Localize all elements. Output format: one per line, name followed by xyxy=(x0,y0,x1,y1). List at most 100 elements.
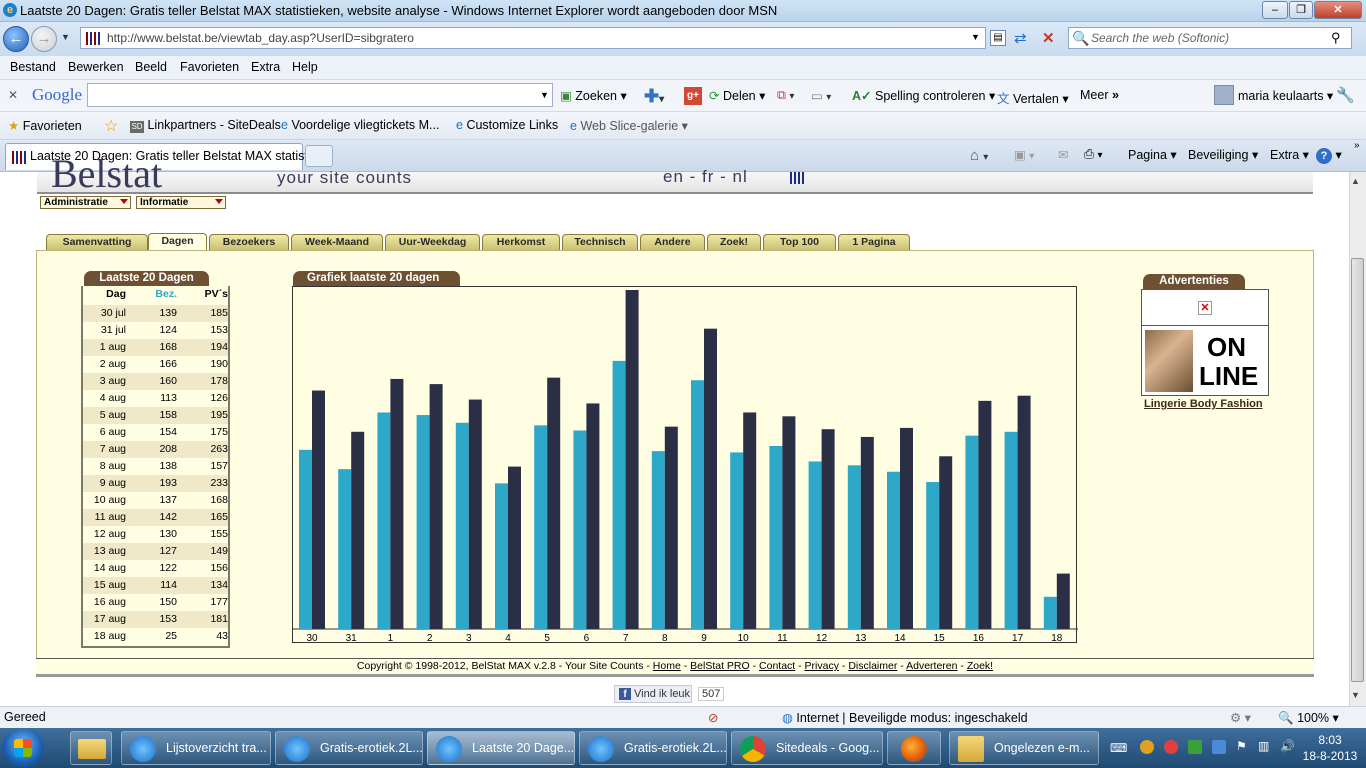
tab-zoek[interactable]: Zoek! xyxy=(707,234,761,250)
clock-time[interactable]: 8:03 xyxy=(1300,733,1360,747)
google-user-menu[interactable]: maria keulaarts ▾ xyxy=(1238,88,1333,103)
scroll-up-arrow[interactable]: ▲ xyxy=(1351,176,1360,186)
protected-mode-icon[interactable]: ⚙ ▾ xyxy=(1230,710,1251,725)
action-center-icon[interactable]: ⚑ xyxy=(1236,739,1247,753)
favorite-link-vliegtickets[interactable]: e Voordelige vliegtickets M... xyxy=(281,118,439,132)
start-button[interactable] xyxy=(2,729,44,767)
feeds-icon[interactable]: ▣ ▾ xyxy=(1014,147,1034,162)
overflow-icon[interactable]: » xyxy=(1354,140,1360,151)
print-icon[interactable]: ⎙ ▾ xyxy=(1084,147,1103,162)
maximize-button[interactable]: ❐ xyxy=(1289,1,1313,19)
taskbar-item-6[interactable] xyxy=(887,731,941,765)
close-toolbar-icon[interactable]: ✕ xyxy=(8,88,18,102)
google-plus-icon[interactable]: g+ xyxy=(684,87,702,105)
spelling-button[interactable]: A✓ Spelling controleren ▾ xyxy=(852,88,995,103)
taskbar-item-4[interactable]: Gratis-erotiek.2L... xyxy=(579,731,727,765)
taskbar-explorer[interactable] xyxy=(70,731,112,765)
tray-icon-3[interactable] xyxy=(1188,740,1202,754)
clock-date[interactable]: 18-8-2013 xyxy=(1300,749,1360,763)
footer-link-adverteren[interactable]: Adverteren xyxy=(906,660,957,672)
tab-samenvatting[interactable]: Samenvatting xyxy=(46,234,148,250)
popup-blocker-button[interactable]: ⧉ ▾ xyxy=(777,88,794,103)
footer-link-contact[interactable]: Contact xyxy=(759,660,795,672)
home-icon[interactable]: ⌂ ▾ xyxy=(970,147,988,164)
taskbar-item-7[interactable]: Ongelezen e-m... xyxy=(949,731,1099,765)
menu-tools[interactable]: Extra xyxy=(251,60,280,74)
footer-link-privacy[interactable]: Privacy xyxy=(805,660,839,672)
footer-link-home[interactable]: Home xyxy=(653,660,681,672)
add-button[interactable]: ✚▾ xyxy=(644,86,664,107)
favorite-link-customize[interactable]: e Customize Links xyxy=(456,118,558,132)
taskbar-item-2[interactable]: Gratis-erotiek.2L... xyxy=(275,731,423,765)
search-box[interactable]: 🔍 Search the web (Softonic) ⚲ xyxy=(1068,27,1352,49)
footer-link-pro[interactable]: BelStat PRO xyxy=(690,660,750,672)
google-search-input[interactable]: ▼ xyxy=(87,83,553,107)
tab-herkomst[interactable]: Herkomst xyxy=(482,234,560,250)
more-button[interactable]: Meer » xyxy=(1080,88,1119,102)
user-avatar[interactable] xyxy=(1214,85,1234,105)
footer-link-zoek[interactable]: Zoek! xyxy=(967,660,993,672)
new-tab-button[interactable] xyxy=(305,145,333,167)
tab-week-maand[interactable]: Week-Maand xyxy=(291,234,383,250)
close-window-button[interactable]: ✕ xyxy=(1314,1,1362,19)
back-button[interactable]: ← xyxy=(3,26,29,52)
google-search-dropdown-icon[interactable]: ▼ xyxy=(540,90,549,100)
volume-icon[interactable]: 🔊 xyxy=(1280,739,1295,753)
address-bar[interactable]: http://www.belstat.be/viewtab_day.asp?Us… xyxy=(80,27,986,49)
google-search-button[interactable]: ▣ Zoeken ▾ xyxy=(560,88,627,103)
compatibility-view-icon[interactable]: ▤ xyxy=(990,30,1006,46)
admin-dropdown[interactable]: Administratie xyxy=(40,196,131,209)
minimize-button[interactable]: – xyxy=(1262,1,1288,19)
facebook-like-button[interactable]: f Vind ik leuk xyxy=(614,685,692,703)
page-menu[interactable]: Pagina ▾ xyxy=(1128,147,1177,162)
ad-link[interactable]: Lingerie Body Fashion xyxy=(1144,398,1263,410)
mail-icon[interactable]: ✉ xyxy=(1058,147,1068,162)
info-dropdown[interactable]: Informatie xyxy=(136,196,226,209)
tab-bezoekers[interactable]: Bezoekers xyxy=(209,234,289,250)
menu-favorites[interactable]: Favorieten xyxy=(180,60,239,74)
menu-view[interactable]: Beeld xyxy=(135,60,167,74)
tab-uur-weekdag[interactable]: Uur-Weekdag xyxy=(385,234,480,250)
footer-link-disclaimer[interactable]: Disclaimer xyxy=(848,660,897,672)
scroll-down-arrow[interactable]: ▼ xyxy=(1351,690,1360,700)
ad-box[interactable]: ✕ ON LINE xyxy=(1141,289,1269,396)
tab-top100[interactable]: Top 100 xyxy=(763,234,836,250)
web-slice-gallery[interactable]: e Web Slice-galerie ▾ xyxy=(570,118,688,133)
network-icon[interactable]: ▥ xyxy=(1258,739,1269,753)
favorites-button[interactable]: ★ Favorieten xyxy=(8,118,82,133)
tab-1pagina[interactable]: 1 Pagina xyxy=(838,234,910,250)
keyboard-button[interactable]: ▭ ▾ xyxy=(811,88,831,103)
translate-button[interactable]: 文 Vertalen ▾ xyxy=(997,88,1069,107)
tray-icon-1[interactable] xyxy=(1140,740,1154,754)
share-button[interactable]: ⟳ Delen ▾ xyxy=(709,88,765,103)
refresh-icon[interactable]: ⇄ xyxy=(1014,29,1027,47)
language-switch[interactable]: en - fr - nl xyxy=(663,167,748,187)
tray-icon-4[interactable] xyxy=(1212,740,1226,754)
tray-icon-2[interactable] xyxy=(1164,740,1178,754)
tab-technisch[interactable]: Technisch xyxy=(562,234,638,250)
menu-file[interactable]: Bestand xyxy=(10,60,56,74)
menu-edit[interactable]: Bewerken xyxy=(68,60,124,74)
popup-blocked-icon[interactable]: ⊘ xyxy=(708,710,718,725)
zoom-control[interactable]: 🔍 100% ▾ xyxy=(1278,710,1339,726)
ad-banner-image[interactable]: ON LINE xyxy=(1145,330,1265,392)
wrench-icon[interactable]: 🔧 xyxy=(1336,86,1355,104)
tools-menu[interactable]: Extra ▾ xyxy=(1270,147,1309,162)
tab-andere[interactable]: Andere xyxy=(640,234,705,250)
add-favorite-icon[interactable]: ☆ xyxy=(104,116,118,136)
help-icon[interactable]: ? ▾ xyxy=(1316,147,1342,164)
security-menu[interactable]: Beveiliging ▾ xyxy=(1188,147,1258,162)
address-dropdown-icon[interactable]: ▼ xyxy=(971,32,980,42)
keyboard-tray-icon[interactable]: ⌨ xyxy=(1110,741,1127,755)
search-go-icon[interactable]: ⚲ xyxy=(1331,30,1341,46)
menu-help[interactable]: Help xyxy=(292,60,318,74)
taskbar-item-3[interactable]: Laatste 20 Dage... xyxy=(427,731,575,765)
forward-button[interactable]: → xyxy=(31,26,57,52)
favorite-link-linkpartners[interactable]: SD Linkpartners - SiteDeals xyxy=(130,118,281,133)
scrollbar-thumb[interactable] xyxy=(1351,258,1364,682)
taskbar-item-5[interactable]: Sitedeals - Goog... xyxy=(731,731,883,765)
zone-info[interactable]: ◍ Internet | Beveiligde modus: ingeschak… xyxy=(782,710,1028,725)
taskbar-item-1[interactable]: Lijstoverzicht tra... xyxy=(121,731,271,765)
history-dropdown-icon[interactable]: ▼ xyxy=(61,32,70,42)
stop-icon[interactable]: ✕ xyxy=(1042,29,1055,47)
